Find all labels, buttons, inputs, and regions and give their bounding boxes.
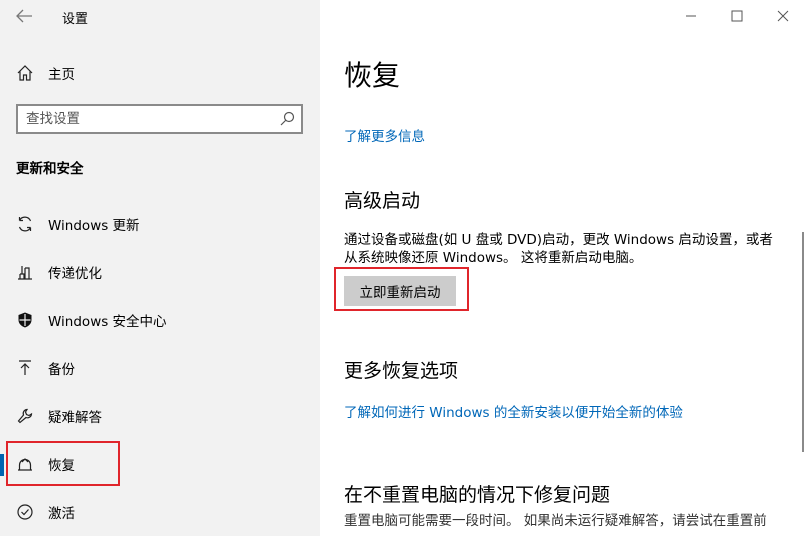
search-input[interactable]	[26, 109, 266, 129]
more-recovery-heading: 更多恢复选项	[344, 360, 459, 382]
fix-without-reset-heading: 在不重置电脑的情况下修复问题	[344, 484, 611, 506]
sidebar-item-label: 疑难解答	[48, 410, 102, 426]
home-icon	[17, 65, 33, 81]
app-title: 设置	[62, 12, 89, 27]
activation-check-icon	[17, 504, 33, 520]
description-line: 从系统映像还原 Windows。 这将重新启动电脑。	[344, 250, 643, 266]
sidebar-item-home[interactable]: 主页	[16, 62, 75, 84]
page-title: 恢复	[344, 59, 401, 92]
search-icon	[280, 111, 295, 126]
sync-icon	[18, 216, 32, 232]
sidebar-item-label: 备份	[48, 362, 75, 378]
sidebar-item-activation[interactable]: 激活	[0, 492, 320, 532]
backup-arrow-icon	[19, 360, 31, 375]
minimize-icon	[686, 15, 696, 17]
wrench-icon	[17, 408, 33, 424]
learn-more-link[interactable]: 了解更多信息	[344, 125, 425, 145]
main-content: 恢复 了解更多信息 高级启动 通过设备或磁盘(如 U 盘或 DVD)启动，更改 …	[320, 0, 806, 536]
sidebar: 设置 主页 更新和安全 Windows 更新 传递优化 Windows 安全中心	[0, 0, 320, 536]
advanced-startup-heading: 高级启动	[344, 190, 421, 212]
restart-button-highlight-box	[334, 267, 469, 311]
maximize-icon	[731, 10, 743, 22]
sidebar-item-windows-update[interactable]: Windows 更新	[0, 204, 320, 244]
back-button[interactable]	[14, 6, 36, 26]
back-arrow-icon	[16, 9, 32, 23]
close-icon	[777, 10, 789, 22]
sidebar-item-label: 传递优化	[48, 266, 102, 282]
recovery-highlight-box	[6, 441, 120, 486]
advanced-startup-description: 通过设备或磁盘(如 U 盘或 DVD)启动，更改 Windows 启动设置，或者…	[344, 231, 784, 267]
description-line: 通过设备或磁盘(如 U 盘或 DVD)启动，更改 Windows 启动设置，或者	[344, 232, 773, 248]
sidebar-item-troubleshoot[interactable]: 疑难解答	[0, 396, 320, 436]
sidebar-item-label: Windows 安全中心	[48, 314, 167, 330]
delivery-optimization-icon	[18, 266, 32, 280]
maximize-button[interactable]	[714, 0, 760, 32]
clean-install-link[interactable]: 了解如何进行 Windows 的全新安装以便开始全新的体验	[344, 401, 683, 421]
scrollbar[interactable]	[802, 232, 804, 452]
section-header: 更新和安全	[16, 161, 84, 177]
sidebar-item-label: 激活	[48, 506, 75, 522]
search-box[interactable]	[16, 104, 303, 134]
sidebar-item-delivery-optimization[interactable]: 传递优化	[0, 252, 320, 292]
shield-icon	[18, 312, 32, 328]
sidebar-item-label: 主页	[48, 67, 75, 83]
fix-without-reset-description: 重置电脑可能需要一段时间。 如果尚未运行疑难解答，请尝试在重置前	[344, 513, 767, 529]
sidebar-item-label: Windows 更新	[48, 218, 140, 234]
close-button[interactable]	[760, 0, 806, 32]
sidebar-item-windows-security[interactable]: Windows 安全中心	[0, 300, 320, 340]
minimize-button[interactable]	[668, 0, 714, 32]
sidebar-item-backup[interactable]: 备份	[0, 348, 320, 388]
